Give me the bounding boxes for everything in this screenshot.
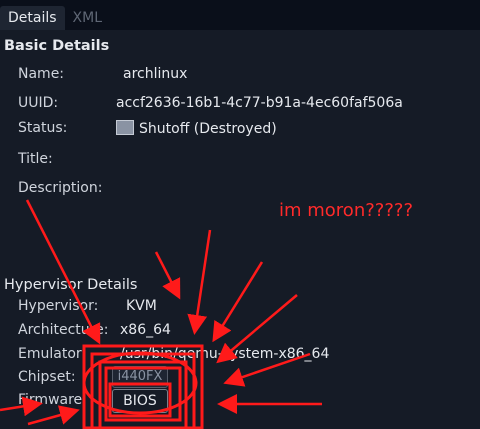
name-label: Name:	[18, 66, 65, 82]
name-value[interactable]: archlinux	[123, 66, 187, 82]
status-label: Status:	[18, 120, 68, 136]
hypervisor-label: Hypervisor:	[18, 298, 99, 314]
basic-details-heading: Basic Details	[4, 38, 110, 54]
monitor-off-icon	[116, 120, 134, 135]
status-value: Shutoff (Destroyed)	[139, 121, 277, 137]
architecture-value: x86_64	[120, 322, 171, 338]
uuid-value: accf2636-16b1-4c77-b91a-4ec60faf506a	[116, 95, 403, 111]
architecture-label: Architecture:	[18, 322, 109, 338]
title-label: Title:	[18, 151, 53, 167]
chipset-select[interactable]: i440FX	[112, 366, 168, 388]
emulator-value: /usr/bin/qemu-system-x86_64	[120, 346, 330, 362]
hypervisor-value: KVM	[126, 298, 157, 314]
tab-xml[interactable]: XML	[65, 6, 110, 30]
firmware-label: Firmware:	[18, 392, 87, 408]
firmware-select[interactable]: BIOS	[112, 389, 168, 413]
tab-bar: Details XML	[0, 6, 110, 30]
description-label: Description:	[18, 180, 103, 196]
annotation-text: im moron?????	[279, 200, 413, 221]
tab-details[interactable]: Details	[0, 6, 65, 30]
uuid-label: UUID:	[18, 95, 59, 111]
emulator-label: Emulator:	[18, 346, 87, 362]
status-value-group: Shutoff (Destroyed)	[116, 120, 277, 137]
hypervisor-details-heading: Hypervisor Details	[4, 277, 138, 293]
chipset-label: Chipset:	[18, 369, 76, 385]
